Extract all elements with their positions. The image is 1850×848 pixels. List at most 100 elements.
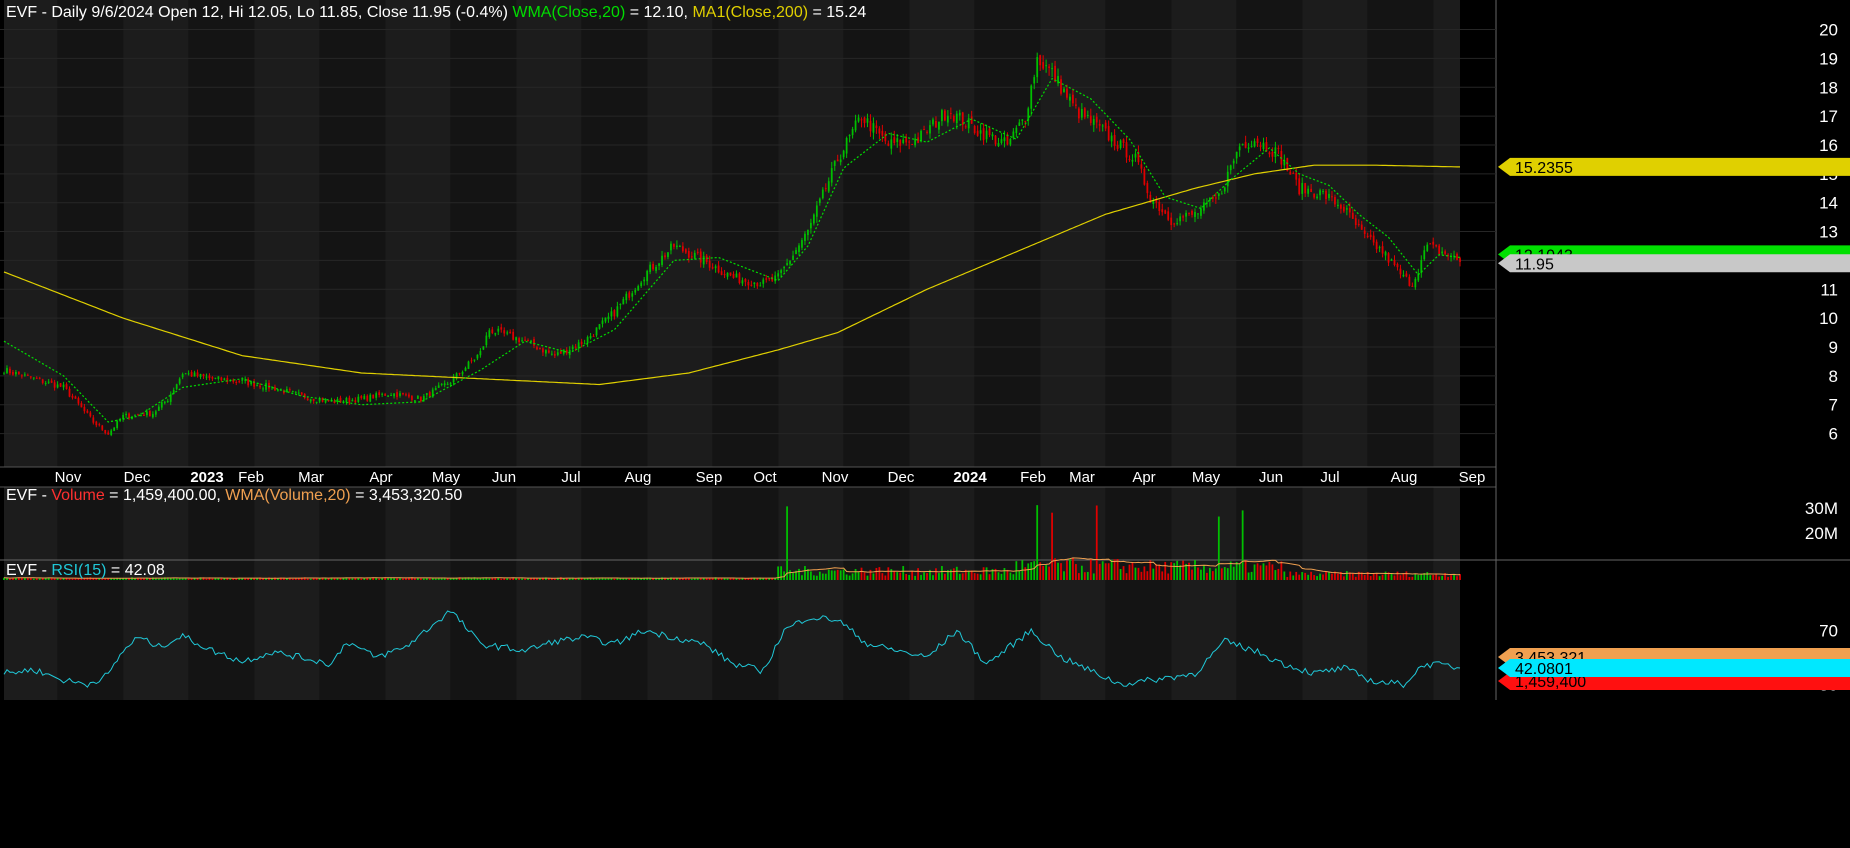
candle-body (848, 134, 851, 137)
time-axis-label: 2024 (953, 469, 987, 486)
volume-bar (574, 578, 577, 580)
candle-body (863, 117, 866, 124)
volume-bar (1316, 576, 1318, 580)
volume-bar (1069, 559, 1071, 580)
volume-bar (1277, 568, 1280, 580)
candle-body (556, 352, 559, 355)
time-axis-label: Feb (238, 469, 264, 486)
volume-bar (664, 578, 666, 580)
volume-bar (1229, 561, 1232, 580)
volume-bar (1095, 505, 1098, 580)
volume-bar (1057, 562, 1059, 580)
candle-body (354, 400, 357, 403)
volume-bar (1098, 563, 1101, 580)
candle-body (497, 328, 500, 332)
volume-bar (958, 573, 961, 580)
candle-body (1075, 104, 1077, 106)
volume-bar (878, 567, 881, 580)
volume-bar (1146, 571, 1149, 580)
volume-bar (872, 573, 875, 580)
candle-body (1188, 212, 1190, 214)
candle-body (265, 383, 267, 390)
volume-bar (836, 569, 839, 580)
volume-bar (1051, 512, 1053, 580)
candle-body (220, 377, 223, 381)
candle-body (1116, 145, 1119, 149)
volume-bar (1342, 576, 1345, 580)
candle-body (1164, 210, 1167, 214)
candle-body (899, 139, 902, 146)
volume-bar (1313, 575, 1315, 580)
volume-bar (1167, 573, 1170, 580)
rsi-month-band (1171, 562, 1237, 702)
volume-bar (187, 578, 190, 580)
volume-bar (521, 578, 523, 580)
candle-body (750, 284, 753, 286)
candle-body (673, 243, 675, 247)
volume-bar (449, 578, 452, 580)
candle-body (1325, 190, 1327, 200)
candle-body (857, 117, 860, 122)
candle-body (41, 379, 44, 384)
volume-bar (1063, 571, 1065, 580)
candle-body (1125, 142, 1128, 158)
candle-body (1185, 212, 1187, 217)
candle-body (140, 414, 142, 416)
candle-body (479, 351, 482, 356)
volume-bar (1271, 564, 1274, 580)
candle-body (1253, 141, 1256, 147)
volume-bar (824, 573, 827, 580)
volume-bar (285, 578, 288, 580)
time-axis-label: Jun (1259, 469, 1283, 486)
candle-body (1214, 197, 1217, 199)
volume-bar (1426, 572, 1429, 580)
candle-body (1313, 193, 1315, 198)
volume-bar (1396, 571, 1399, 580)
volume-bar (881, 573, 884, 580)
volume-bar (1280, 561, 1283, 580)
candle-body (1054, 65, 1056, 82)
candle-body (1167, 211, 1170, 220)
volume-bar (1244, 560, 1247, 580)
volume-bar (613, 578, 616, 580)
volume-bar (1402, 573, 1405, 580)
price-header-part: = 15.24 (808, 4, 866, 21)
candle-body (744, 279, 747, 282)
volume-bar (1104, 563, 1107, 580)
volume-bar (625, 578, 628, 580)
volume-bar (1262, 563, 1265, 580)
candle-body (1247, 147, 1250, 149)
volume-bar (1140, 571, 1143, 580)
candle-body (1411, 285, 1414, 287)
volume-bar (744, 578, 747, 580)
candle-body (676, 245, 678, 248)
volume-bar (961, 573, 964, 580)
candle-body (777, 273, 780, 277)
candle-body (259, 385, 261, 388)
rsi-month-band (974, 562, 1041, 702)
candle-body (1304, 183, 1307, 194)
volume-bar (702, 578, 705, 580)
candle-body (1334, 197, 1336, 205)
candle-body (363, 395, 366, 400)
candle-body (893, 137, 896, 143)
volume-bar (1250, 571, 1253, 580)
price-header-part: EVF - Daily 9/6/2024 Open 12, Hi 12.05, … (6, 4, 512, 21)
candle-body (902, 139, 905, 143)
price-month-band (1302, 0, 1368, 467)
candle-body (1060, 79, 1062, 94)
candle-body (1259, 145, 1262, 147)
candle-body (205, 376, 208, 378)
candle-body (1113, 135, 1116, 146)
candle-body (830, 168, 833, 183)
candle-body (726, 272, 729, 277)
volume-bar (952, 568, 955, 580)
stock-chart[interactable]: Nov Dec 2023 Feb Mar Apr May Jun Jul Aug Sep Oct Nov… (0, 0, 1850, 843)
candle-body (1122, 139, 1125, 143)
volume-bar (1086, 571, 1089, 580)
volume-bar (917, 568, 919, 580)
volume-bar (908, 574, 911, 580)
volume-bar (1003, 568, 1006, 580)
candle-body (71, 395, 74, 398)
price-header-part: WMA(Close,20) (512, 4, 625, 21)
